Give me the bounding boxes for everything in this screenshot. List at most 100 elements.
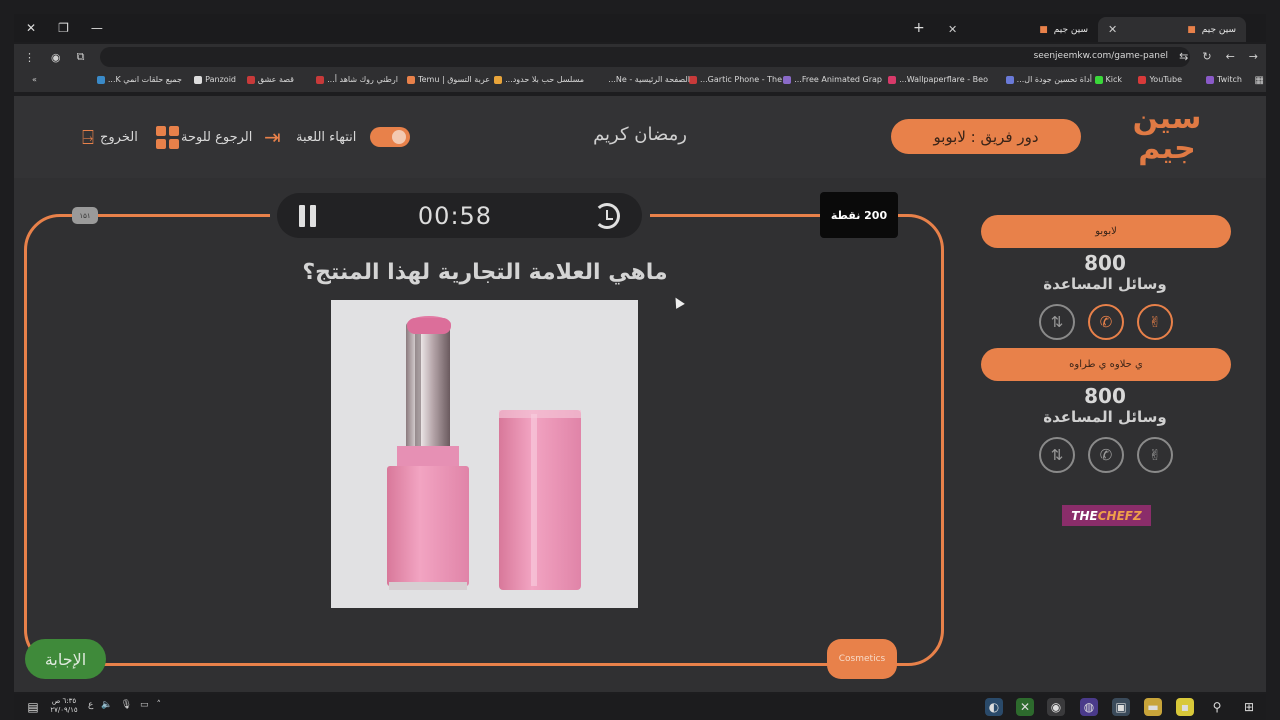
system-tray: ع 🔈 🎙 ▭ ˄ (88, 700, 161, 710)
back-icon[interactable]: → (1249, 50, 1258, 63)
tune-icon[interactable]: ⇆ (1179, 50, 1188, 63)
clock-time: ٦:٣٥ ص (51, 697, 77, 705)
bookmark-item[interactable]: الصفحة الرئيسية - Ne... (608, 75, 690, 84)
window-controls: ✕ ❐ — (18, 14, 103, 42)
team-2-score: 800 (1084, 384, 1126, 408)
bookmark-item[interactable]: ارطني روك شاهد أ... (316, 75, 398, 84)
forward-icon[interactable]: ← (1226, 50, 1235, 63)
logo[interactable]: سين جيم (1128, 104, 1206, 170)
search-icon[interactable]: ⚲ (1208, 698, 1226, 716)
pause-icon[interactable] (299, 204, 316, 227)
two-answers-icon[interactable]: ✌ (1137, 437, 1173, 473)
phone-friend-icon[interactable]: ✆ (1088, 304, 1124, 340)
answer-button[interactable]: الإجابة (25, 639, 106, 679)
start-icon[interactable]: ⊞ (1240, 698, 1258, 716)
bookmark-item[interactable]: قصة عشق (246, 75, 294, 84)
product-image (331, 300, 638, 608)
reload-icon[interactable]: ↻ (1202, 50, 1211, 63)
bookmark-item[interactable]: Panzoid (194, 75, 236, 84)
bookmark-item[interactable]: جميع حلقات انمي K... (96, 75, 182, 84)
menu-icon[interactable]: ⋮ (24, 51, 35, 64)
exit-button[interactable]: ⍈ الخروج (82, 124, 138, 150)
sticky-notes-icon[interactable]: ▪ (1176, 698, 1194, 716)
screen: ✕ ❐ — سين جيم ■ ✕ سين جيم ■ ✕ + ⋮ ◉ ⧉ ☆ … (0, 0, 1280, 720)
tab-title: سين جيم (1201, 24, 1236, 35)
page-title: رمضان كريم (593, 124, 687, 145)
obs-icon[interactable]: ◍ (1080, 698, 1098, 716)
close-tab-icon[interactable]: ✕ (948, 23, 957, 36)
phone-friend-icon[interactable]: ✆ (1088, 437, 1124, 473)
close-window-icon[interactable]: ✕ (26, 21, 36, 35)
new-tab-button[interactable]: + (913, 20, 925, 36)
bookmark-item[interactable]: مسلسل حب بلا حدود... (494, 75, 584, 84)
restore-window-icon[interactable]: ❐ (58, 21, 69, 35)
profile-icon[interactable]: ◉ (51, 51, 61, 64)
team-1-score: 800 (1084, 251, 1126, 275)
lipstick-image (387, 316, 581, 590)
network-icon[interactable]: ▭ (140, 700, 149, 710)
sponsor-part-1: THE (1071, 508, 1098, 523)
restart-timer-icon[interactable] (593, 202, 620, 229)
bookmarks-overflow-icon[interactable]: » (32, 75, 37, 84)
url-text: seenjeemkw.com/game-panel (1033, 51, 1168, 61)
back-to-board-button[interactable]: ⇥ (264, 124, 281, 150)
bookmark-item[interactable]: Wallpaperflare - Beo... (888, 75, 988, 84)
bookmark-item[interactable]: عربة التسوق | Temu (407, 75, 490, 84)
timer: 00:58 (417, 201, 493, 230)
end-game-button[interactable]: انتهاء اللعبة (296, 124, 411, 150)
team-2-aids-label: وسائل المساعدة (1043, 408, 1167, 426)
chrome-icon[interactable]: ◉ (1047, 698, 1065, 716)
xbox-icon[interactable]: ✕ (1016, 698, 1034, 716)
apps-grid-icon[interactable]: ▦ (1255, 75, 1264, 86)
language-indicator[interactable]: ع (88, 700, 93, 710)
arrow-right-icon: ⇥ (264, 125, 281, 149)
swap-question-icon[interactable]: ⇅ (1039, 437, 1075, 473)
team-1-aids-label: وسائل المساعدة (1043, 275, 1167, 293)
close-tab-icon[interactable]: ✕ (1108, 23, 1117, 36)
bookmark-item[interactable]: YouTube (1138, 75, 1182, 84)
minimize-window-icon[interactable]: — (91, 21, 103, 35)
store-icon[interactable]: ▣ (1112, 698, 1130, 716)
clock-date: ٢٧/٠٩/١٥ (50, 706, 78, 714)
timer-bar: 00:58 (277, 193, 642, 238)
notification-icon[interactable]: ▤ (24, 698, 42, 716)
exit-door-icon: ⍈ (82, 125, 94, 149)
sponsor-logo: THE CHEFZ (1062, 505, 1151, 526)
file-explorer-icon[interactable]: ▬ (1144, 698, 1162, 716)
steam-icon[interactable]: ◐ (985, 698, 1003, 716)
points-badge: 200 نقطة (820, 192, 898, 238)
bookmark-item[interactable]: Free Animated Grap... (783, 75, 882, 84)
back-to-board-label: الرجوع للوحة (181, 129, 253, 145)
bookmark-item[interactable]: Kick (1094, 75, 1122, 84)
tray-chevron-icon[interactable]: ˄ (157, 700, 162, 710)
nav-buttons: ⇆ ↻ ← → (1179, 50, 1258, 63)
volume-icon[interactable]: 🔈 (101, 700, 112, 710)
tab-2[interactable]: سين جيم ■ ✕ (938, 17, 1098, 42)
bookmark-item[interactable]: Twitch (1206, 75, 1242, 84)
end-game-label: انتهاء اللعبة (296, 129, 357, 145)
question-text: ماهي العلامة التجارية لهذا المنتج؟ (302, 260, 668, 285)
exit-label: الخروج (100, 129, 138, 145)
sponsor-part-2: CHEFZ (1097, 508, 1142, 523)
back-to-board-label-wrap[interactable]: الرجوع للوحة (181, 124, 252, 150)
toggle-icon (370, 127, 411, 147)
mic-icon[interactable]: 🎙 (121, 700, 132, 710)
extensions-icon[interactable]: ⧉ (77, 50, 85, 64)
address-bar[interactable] (100, 47, 1190, 67)
bookmark-item[interactable]: أداة تحسين جودة ال... (1005, 75, 1092, 84)
tab-1[interactable]: سين جيم ■ ✕ (1098, 17, 1246, 42)
tab-title: سين جيم (1053, 24, 1088, 35)
category-badge: Cosmetics (827, 639, 897, 679)
board-grid-icon[interactable] (156, 124, 179, 150)
bookmark-item[interactable]: Gartic Phone - The... (689, 75, 782, 84)
swap-question-icon[interactable]: ⇅ (1039, 304, 1075, 340)
taskbar (14, 694, 1266, 720)
two-answers-icon[interactable]: ✌ (1137, 304, 1173, 340)
clock[interactable]: ٦:٣٥ ص ٢٧/٠٩/١٥ (44, 697, 84, 715)
toolbar-left: ⋮ ◉ ⧉ ☆ (24, 50, 110, 64)
favicon-icon: ■ (1039, 24, 1048, 35)
keyboard-badge: ۱۵۱ (72, 207, 98, 224)
turn-indicator: دور فريق : لابوبو (891, 119, 1081, 154)
favicon-icon: ■ (1187, 24, 1196, 35)
team-2-name: ي حلاوه ي طراوه (981, 348, 1231, 381)
